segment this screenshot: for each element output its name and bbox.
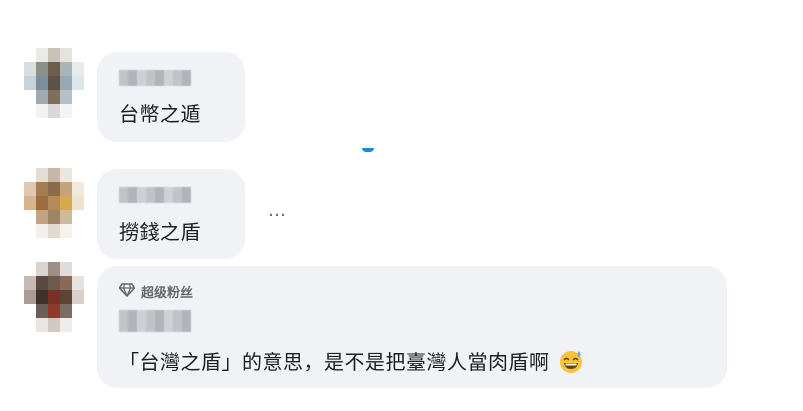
commenter-name[interactable] xyxy=(119,187,191,203)
commenter-name[interactable] xyxy=(119,310,191,332)
commenter-name[interactable] xyxy=(119,70,191,86)
avatar[interactable] xyxy=(24,262,84,332)
comment-bubble: 台幣之遁 xyxy=(97,52,245,142)
grinning-sweat-emoji xyxy=(558,348,584,379)
more-options-button[interactable]: … xyxy=(268,200,287,221)
badge-label: 超级粉丝 xyxy=(141,286,194,301)
avatar[interactable] xyxy=(24,48,84,118)
diamond-icon xyxy=(118,282,136,301)
comment-text: 「台灣之盾」的意思，是不是把臺灣人當肉盾啊 xyxy=(119,346,584,379)
comment-text: 台幣之遁 xyxy=(119,102,201,126)
comment-bubble: 撈錢之盾 xyxy=(97,169,245,259)
avatar[interactable] xyxy=(24,168,84,238)
loading-indicator xyxy=(362,148,374,152)
top-fan-badge: 超级粉丝 xyxy=(118,282,194,301)
comment-bubble: 超级粉丝 「台灣之盾」的意思，是不是把臺灣人當肉盾啊 xyxy=(97,266,727,388)
comment-text: 撈錢之盾 xyxy=(119,220,201,244)
